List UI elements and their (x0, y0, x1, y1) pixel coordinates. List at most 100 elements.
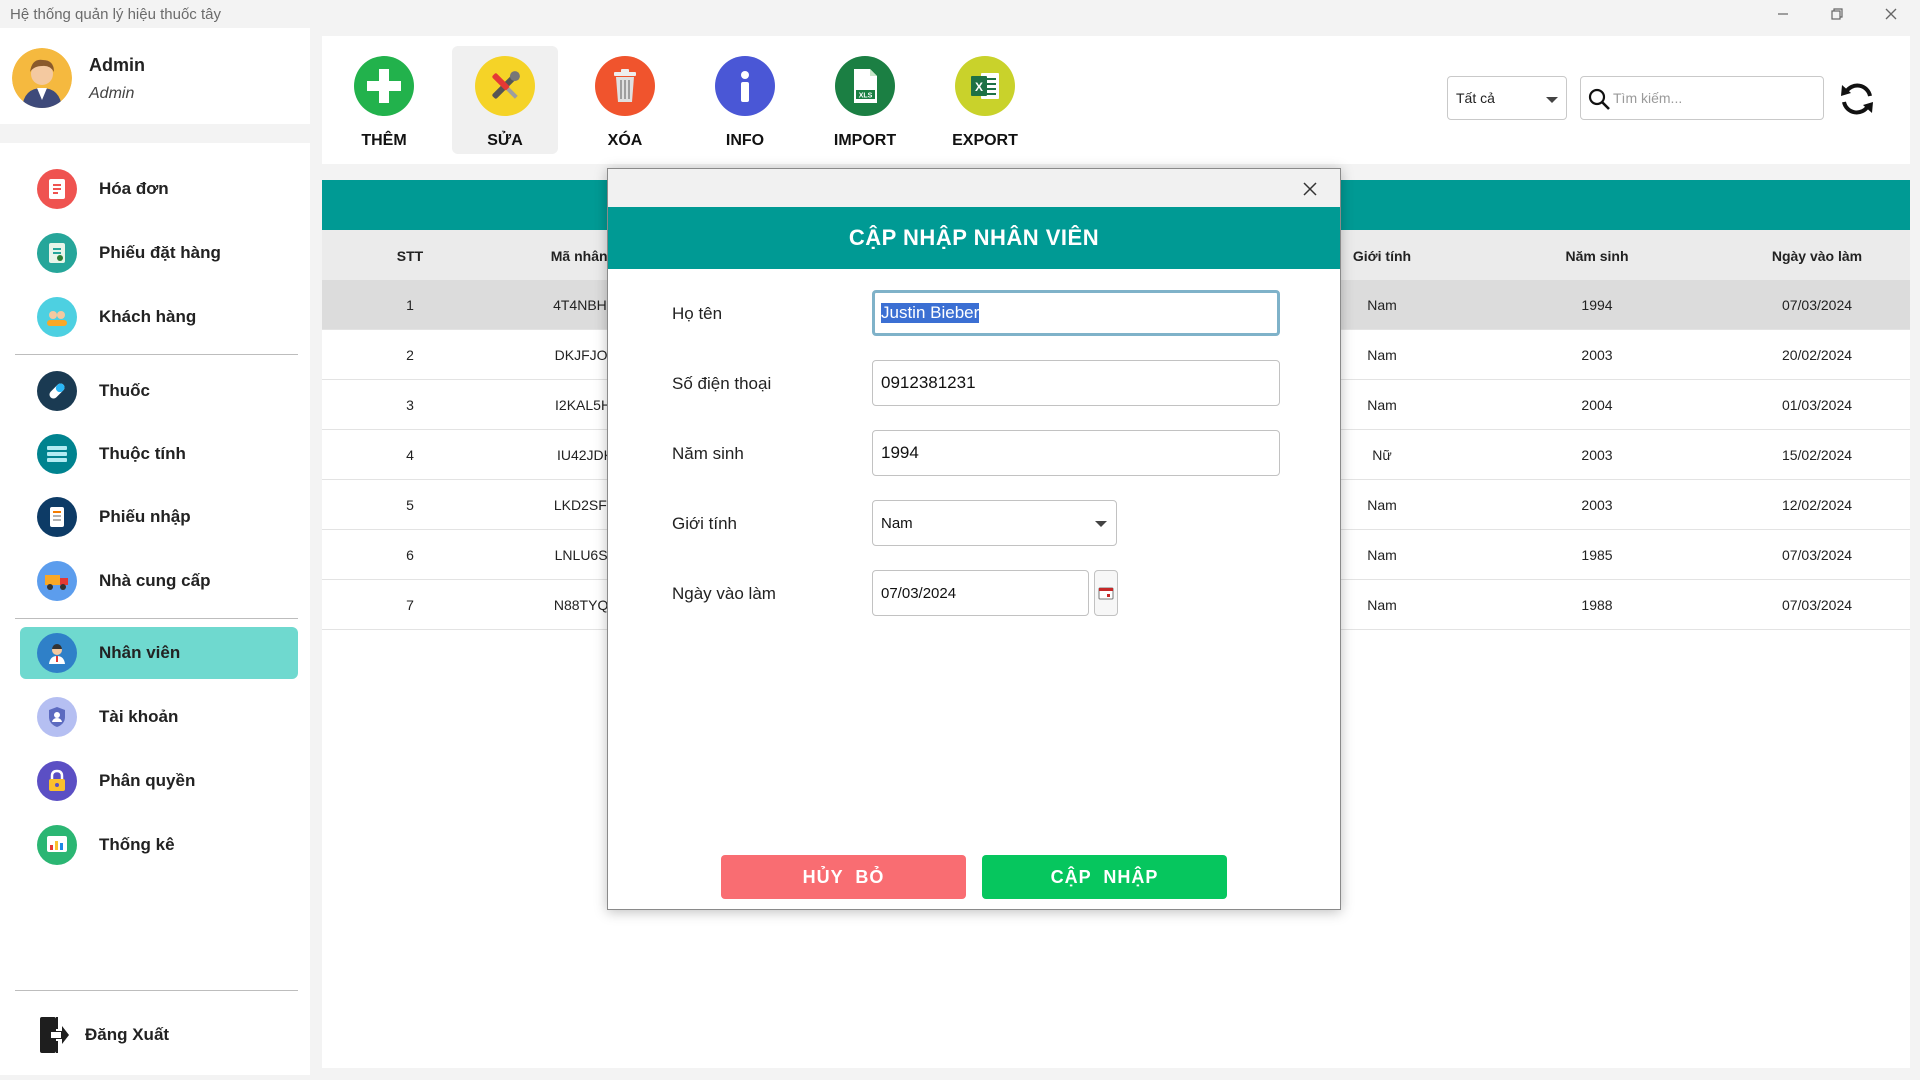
column-header-stt: STT (396, 248, 424, 264)
edit-tools-icon (475, 56, 535, 116)
column-header-ngay-vao-lam: Ngày vào làm (1771, 248, 1863, 264)
cell-stt: 1 (406, 297, 414, 313)
cell-nam-sinh: 2003 (1581, 347, 1613, 363)
edit-button[interactable]: SỬA (452, 46, 558, 154)
account-icon (37, 697, 77, 737)
sidebar-item-label: Thống kê (99, 835, 175, 854)
sidebar-item-phan-quyen[interactable]: Phân quyền (20, 755, 298, 807)
svg-text:X: X (975, 80, 983, 94)
add-button-label: THÊM (361, 132, 407, 149)
pill-icon (37, 371, 77, 411)
cell-nam-sinh: 2003 (1581, 447, 1613, 463)
sidebar-item-tai-khoan[interactable]: Tài khoản (20, 691, 298, 743)
calendar-icon (1098, 587, 1114, 600)
minimize-button[interactable] (1760, 0, 1806, 28)
cell-ngay-vao-lam: 01/03/2024 (1781, 397, 1853, 413)
sidebar-item-label: Phiếu đặt hàng (99, 243, 221, 262)
cell-stt: 2 (406, 347, 414, 363)
employee-icon (37, 633, 77, 673)
close-icon (1885, 8, 1897, 20)
restore-button[interactable] (1814, 0, 1860, 28)
export-button-label: EXPORT (952, 132, 1018, 149)
sidebar-item-nha-cung-cap[interactable]: Nhà cung cấp (20, 555, 298, 607)
chevron-down-icon (1095, 521, 1107, 527)
sidebar-item-phieu-dat-hang[interactable]: Phiếu đặt hàng (20, 227, 298, 279)
sidebar-item-phieu-nhap[interactable]: Phiếu nhập (20, 491, 298, 543)
user-profile: Admin Admin (0, 28, 310, 124)
info-button[interactable]: INFO (692, 46, 798, 154)
ho-ten-field[interactable]: Justin Bieber (872, 290, 1280, 336)
date-picker-button[interactable] (1094, 570, 1118, 616)
sidebar-item-nhan-vien[interactable]: Nhân viên (20, 627, 298, 679)
cell-ngay-vao-lam: 07/03/2024 (1781, 297, 1853, 313)
dialog-titlebar (608, 169, 1340, 207)
nam-sinh-field[interactable] (872, 430, 1280, 476)
cell-stt: 5 (406, 497, 414, 513)
cell-ngay-vao-lam: 15/02/2024 (1781, 447, 1853, 463)
sidebar-item-label: Phân quyền (99, 771, 196, 790)
cell-stt: 6 (406, 547, 414, 563)
refresh-button[interactable] (1836, 78, 1878, 120)
search-input[interactable] (1613, 87, 1813, 109)
filter-select[interactable]: Tất cả (1447, 76, 1567, 120)
search-box[interactable] (1580, 76, 1824, 120)
cell-ngay-vao-lam: 20/02/2024 (1781, 347, 1853, 363)
filter-select-value: Tất cả (1456, 90, 1495, 106)
cell-nam-sinh: 2003 (1581, 497, 1613, 513)
logout-label: Đăng Xuất (85, 1025, 170, 1044)
ngay-vao-lam-value: 07/03/2024 (881, 585, 957, 602)
supplier-truck-icon (37, 561, 77, 601)
toolbar: THÊM SỬA XÓA INFO XLS IMPORT X EXPORT Tấ… (322, 36, 1910, 164)
import-button[interactable]: XLS IMPORT (812, 46, 918, 154)
list-icon (37, 434, 77, 474)
import-button-label: IMPORT (833, 132, 897, 149)
cell-stt: 7 (406, 597, 414, 613)
close-window-button[interactable] (1868, 0, 1914, 28)
info-button-label: INFO (725, 132, 765, 149)
sidebar-item-label: Hóa đơn (99, 179, 169, 198)
delete-button[interactable]: XÓA (572, 46, 678, 154)
nam-sinh-label: Năm sinh (672, 444, 744, 463)
sidebar-divider (15, 990, 298, 991)
import-slip-icon (37, 497, 77, 537)
add-button[interactable]: THÊM (331, 46, 437, 154)
close-icon (1303, 182, 1317, 196)
invoice-icon (37, 169, 77, 209)
cell-stt: 4 (406, 447, 414, 463)
add-icon (354, 56, 414, 116)
gioi-tinh-select[interactable]: Nam (872, 500, 1117, 546)
sidebar-item-thong-ke[interactable]: Thống kê (20, 819, 298, 871)
gioi-tinh-label: Giới tính (672, 514, 738, 533)
cancel-button[interactable]: HỦY BỎ (721, 855, 966, 899)
cell-nam-sinh: 1994 (1581, 297, 1613, 313)
user-role: Admin (89, 85, 135, 102)
dialog-close-button[interactable] (1298, 177, 1322, 201)
refresh-icon (1841, 83, 1873, 115)
svg-text:XLS: XLS (859, 93, 873, 100)
ho-ten-label: Họ tên (672, 304, 723, 323)
search-icon (1588, 88, 1610, 110)
ngay-vao-lam-label: Ngày vào làm (672, 584, 776, 603)
column-header-nam-sinh: Năm sinh (1565, 248, 1629, 264)
ngay-vao-lam-field[interactable]: 07/03/2024 (872, 570, 1089, 616)
sidebar-item-hoa-don[interactable]: Hóa đơn (20, 163, 298, 215)
so-dien-thoai-field[interactable] (872, 360, 1280, 406)
statistics-icon (37, 825, 77, 865)
edit-button-label: SỬA (487, 132, 523, 149)
info-icon (715, 56, 775, 116)
dialog-header: CẬP NHẬP NHÂN VIÊN (608, 207, 1340, 269)
cell-nam-sinh: 1988 (1581, 597, 1613, 613)
logout-button[interactable]: Đăng Xuất (15, 1009, 293, 1061)
export-button[interactable]: X EXPORT (932, 46, 1038, 154)
sidebar-item-khach-hang[interactable]: Khách hàng (20, 291, 298, 343)
cell-nam-sinh: 1985 (1581, 547, 1613, 563)
user-name: Admin (89, 55, 145, 75)
avatar (12, 48, 72, 108)
sidebar-item-label: Tài khoản (99, 707, 179, 726)
sidebar-item-thuoc-tinh[interactable]: Thuộc tính (20, 428, 298, 480)
sidebar-item-thuoc[interactable]: Thuốc (20, 365, 298, 417)
cell-ngay-vao-lam: 12/02/2024 (1781, 497, 1853, 513)
gioi-tinh-value: Nam (881, 515, 913, 532)
ho-ten-value: Justin Bieber (881, 303, 980, 323)
update-button[interactable]: CẬP NHẬP (982, 855, 1227, 899)
